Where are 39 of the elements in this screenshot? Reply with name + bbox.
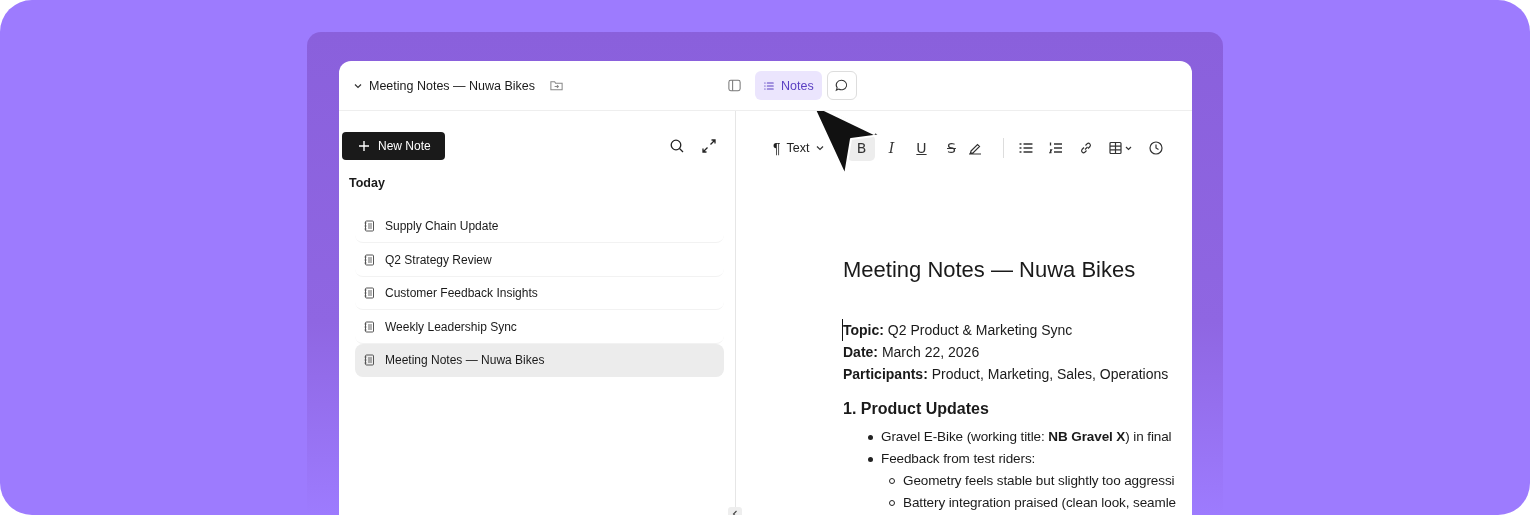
expand-icon[interactable] xyxy=(701,138,717,154)
new-note-button[interactable]: New Note xyxy=(342,132,445,160)
document-title: Meeting Notes — Nuwa Bikes xyxy=(843,257,1137,283)
meta-line: Topic: Q2 Product & Marketing Sync xyxy=(842,319,1192,341)
plus-icon xyxy=(358,140,370,152)
bullet-list-icon[interactable] xyxy=(1018,140,1035,156)
note-title: Meeting Notes — Nuwa Bikes xyxy=(369,78,536,93)
section-heading: 1. Product Updates xyxy=(843,400,990,418)
list-icon xyxy=(763,79,775,92)
note-list-item[interactable]: Supply Chain Update xyxy=(355,210,724,243)
bullet-item: Feedback from test riders: xyxy=(843,448,1192,470)
notebook-icon xyxy=(363,320,375,333)
block-type-dropdown[interactable]: ¶ Text xyxy=(773,140,826,156)
bullet-item: Gravel E-Bike (working title: NB Gravel X) in final xyxy=(843,426,1192,448)
note-list-item[interactable]: Weekly Leadership Sync xyxy=(355,310,724,344)
notebook-icon xyxy=(363,253,375,266)
caret-icon xyxy=(815,143,826,153)
notebook-icon xyxy=(363,220,375,232)
clock-icon[interactable] xyxy=(1148,140,1165,156)
note-list-item[interactable]: Q2 Strategy Review xyxy=(355,243,724,277)
meta-line: Date: March 22, 2026 xyxy=(843,343,981,362)
notebook-icon xyxy=(363,287,375,299)
chat-button[interactable] xyxy=(826,71,857,100)
strike-button[interactable]: S xyxy=(937,135,966,161)
notes-tab[interactable]: Notes xyxy=(755,71,822,100)
sub-bullet-item: Battery integration praised (clean look, seamle xyxy=(843,492,1192,514)
italic-button[interactable]: I xyxy=(877,135,906,161)
move-to-folder-icon[interactable] xyxy=(549,78,565,93)
sub-bullet-item: Geometry feels stable but slightly too aggressi xyxy=(843,470,1192,492)
note-list-item[interactable]: Meeting Notes — Nuwa Bikes xyxy=(355,344,724,377)
sidebar-toggle-icon[interactable] xyxy=(727,78,742,93)
meta-line: Participants: Product, Marketing, Sales, Operations xyxy=(843,365,1170,384)
note-list-item[interactable]: Customer Feedback Insights xyxy=(355,277,724,310)
search-icon[interactable] xyxy=(669,138,685,154)
underline-button[interactable]: U xyxy=(907,135,936,161)
numbered-list-icon[interactable] xyxy=(1048,140,1065,156)
notebook-icon xyxy=(363,354,375,366)
chat-bubble-icon xyxy=(834,78,850,93)
section-heading: Today xyxy=(348,175,386,190)
